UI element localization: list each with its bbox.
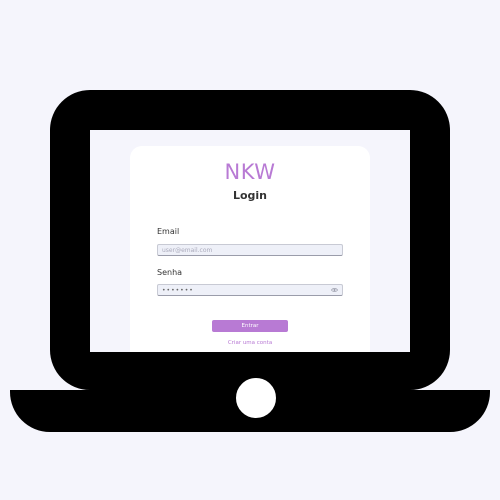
page-title: Login	[232, 189, 268, 202]
laptop-screen: NKW Login Email Senha Entrar Criar uma c…	[90, 130, 410, 352]
laptop-trackpad-illustration	[230, 372, 282, 424]
login-button[interactable]: Entrar	[212, 320, 288, 332]
create-account-link[interactable]: Criar uma conta	[130, 340, 370, 346]
brand-logo: NKW	[224, 160, 276, 184]
password-label: Senha	[157, 268, 183, 277]
eye-icon[interactable]	[331, 287, 338, 293]
password-field[interactable]	[157, 284, 343, 296]
email-label: Email	[157, 227, 180, 236]
email-field[interactable]	[157, 244, 343, 256]
login-card: NKW Login Email Senha Entrar Criar uma c…	[130, 146, 370, 352]
page: NKW Login Email Senha Entrar Criar uma c…	[0, 0, 500, 500]
